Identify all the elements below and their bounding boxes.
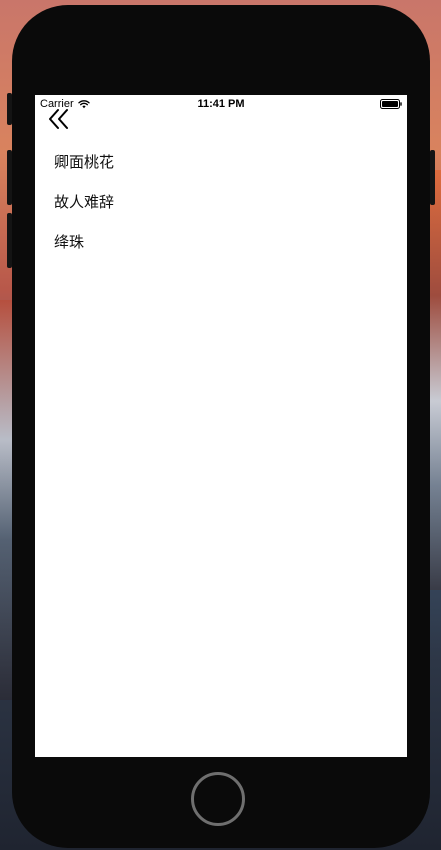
status-time: 11:41 PM [197, 98, 245, 110]
item-list: 卿面桃花 故人难辞 绛珠 [35, 153, 407, 273]
list-item[interactable]: 卿面桃花 [35, 153, 407, 193]
volume-down-button [7, 213, 12, 268]
list-item[interactable]: 故人难辞 [35, 193, 407, 233]
battery-icon [380, 99, 402, 109]
power-button [430, 150, 435, 205]
double-chevron-left-icon[interactable] [47, 108, 71, 130]
status-bar: Carrier 11:41 PM [35, 95, 407, 115]
list-item[interactable]: 绛珠 [35, 233, 407, 273]
mute-switch [7, 93, 12, 125]
volume-up-button [7, 150, 12, 205]
home-button[interactable] [191, 772, 245, 826]
app-screen: Carrier 11:41 PM 卿面桃花 故人难辞 绛珠 [35, 95, 407, 757]
